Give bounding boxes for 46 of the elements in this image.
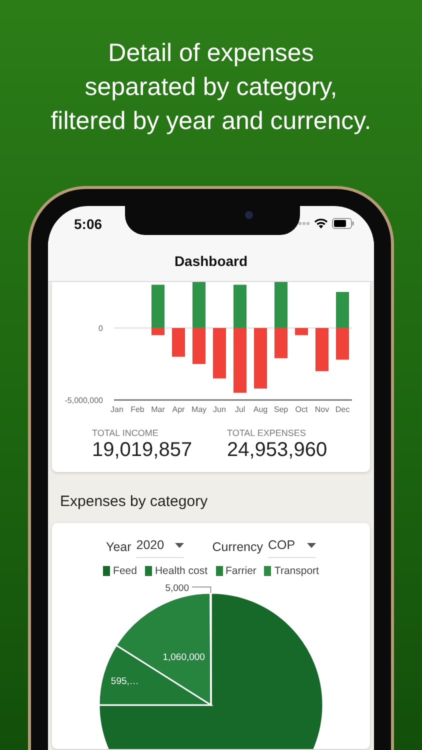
legend-label: Farrier bbox=[226, 565, 256, 577]
total-value: 19,019,857 bbox=[92, 439, 194, 462]
battery-icon bbox=[332, 218, 354, 229]
status-time: 5:06 bbox=[74, 216, 102, 232]
x-tick-label: Nov bbox=[314, 405, 330, 414]
x-tick-label: Feb bbox=[130, 405, 144, 414]
headline: Detail of expenses separated by category, filtered by year and currency. bbox=[50, 38, 372, 137]
caret-icon bbox=[175, 542, 184, 548]
legend-label: Transport bbox=[274, 565, 319, 577]
slice-label: 595,… bbox=[110, 676, 139, 688]
leader-line bbox=[192, 586, 212, 594]
x-tick-label: Mar bbox=[151, 405, 165, 414]
x-tick-label: Oct bbox=[295, 405, 308, 414]
bar bbox=[316, 328, 328, 372]
total-label: TOTAL EXPENSES bbox=[227, 428, 307, 438]
bar bbox=[336, 292, 349, 328]
nav-title: Dashboard bbox=[174, 253, 248, 269]
y-tick-label: 0 bbox=[98, 324, 103, 333]
dropdown[interactable]: 2020 bbox=[136, 535, 184, 558]
legend-label: Health cost bbox=[154, 565, 208, 577]
total-label: TOTAL INCOME bbox=[92, 428, 160, 438]
x-tick-label: May bbox=[191, 405, 207, 414]
x-tick-label: Jul bbox=[234, 405, 246, 414]
bar bbox=[213, 328, 226, 378]
filter-label: Currency bbox=[212, 540, 263, 554]
dropdown[interactable]: COP bbox=[268, 535, 316, 558]
bar bbox=[192, 282, 206, 328]
bar bbox=[336, 328, 349, 360]
x-tick-label: Sep bbox=[274, 405, 288, 414]
slice-label: 5,000 bbox=[165, 583, 189, 594]
x-tick-label: Jun bbox=[213, 405, 226, 414]
section-title: Expenses by category bbox=[59, 492, 209, 512]
y-tick-label: -5,000,000 bbox=[64, 396, 103, 405]
slice-label: 1,060,000 bbox=[162, 652, 205, 664]
x-tick-label: Apr bbox=[172, 405, 185, 414]
bar bbox=[172, 328, 185, 357]
legend-label: Feed bbox=[113, 565, 137, 577]
bar bbox=[254, 328, 267, 388]
x-tick-label: Dec bbox=[335, 405, 350, 414]
x-tick-label: Jan bbox=[110, 405, 124, 414]
total-value: 24,953,960 bbox=[227, 439, 328, 462]
x-tick-label: Aug bbox=[253, 405, 268, 414]
caret-icon bbox=[306, 542, 316, 548]
bar bbox=[192, 328, 206, 364]
wifi-icon bbox=[314, 218, 328, 229]
filter-label: Year bbox=[106, 540, 132, 554]
